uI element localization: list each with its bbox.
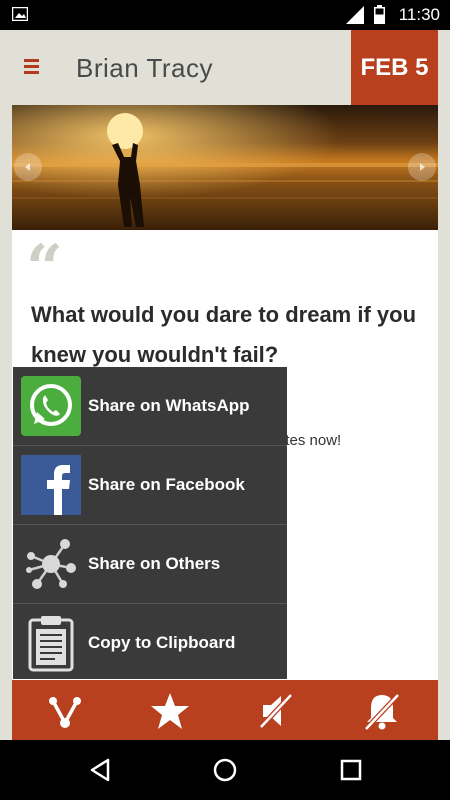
quote-text: What would you dare to dream if you knew…: [31, 302, 417, 367]
quote-mark: “: [26, 231, 63, 306]
date-badge: FEB 5: [351, 30, 438, 105]
chevron-right-icon: [420, 163, 425, 171]
share-whatsapp-label: Share on WhatsApp: [88, 396, 250, 415]
battery-icon: [374, 5, 385, 24]
app-bar: Brian Tracy FEB 5: [0, 30, 450, 105]
signal-icon: [346, 6, 364, 24]
share-facebook-label: Share on Facebook: [88, 475, 245, 494]
clock: 11:30: [398, 5, 440, 24]
share-whatsapp-item[interactable]: Share on WhatsApp: [13, 367, 287, 446]
bottom-action-bar: [12, 680, 438, 740]
facebook-icon: [21, 455, 81, 515]
sunset-image: [12, 105, 438, 230]
menu-icon[interactable]: [24, 59, 39, 74]
carousel-next-button[interactable]: [408, 153, 436, 181]
carousel-prev-button[interactable]: [14, 153, 42, 181]
home-icon[interactable]: [212, 757, 238, 783]
share-facebook-item[interactable]: Share on Facebook: [13, 446, 287, 525]
image-notification-icon: [12, 7, 28, 21]
recents-icon[interactable]: [339, 757, 363, 783]
status-bar: 11:30: [0, 0, 450, 30]
hero-image: [12, 105, 438, 230]
system-nav-bar: [0, 740, 450, 800]
copy-clipboard-item[interactable]: Copy to Clipboard: [13, 604, 287, 682]
notifications-off-icon[interactable]: [362, 691, 402, 731]
clipboard-icon: [28, 616, 74, 672]
app-title: Brian Tracy: [76, 53, 213, 83]
back-icon[interactable]: [88, 757, 112, 783]
whatsapp-icon: [21, 376, 81, 436]
sound-off-icon[interactable]: [257, 691, 297, 731]
star-icon[interactable]: [150, 691, 190, 731]
share-others-item[interactable]: Share on Others: [13, 525, 287, 604]
quote-subtext: ites now!: [282, 432, 342, 449]
chevron-left-icon: [25, 163, 30, 171]
copy-clipboard-label: Copy to Clipboard: [88, 633, 236, 652]
share-icon[interactable]: [45, 691, 85, 731]
share-menu: Share on WhatsApp Share on Facebook Shar…: [13, 367, 287, 679]
share-others-label: Share on Others: [88, 554, 221, 573]
share-network-icon: [26, 539, 76, 589]
